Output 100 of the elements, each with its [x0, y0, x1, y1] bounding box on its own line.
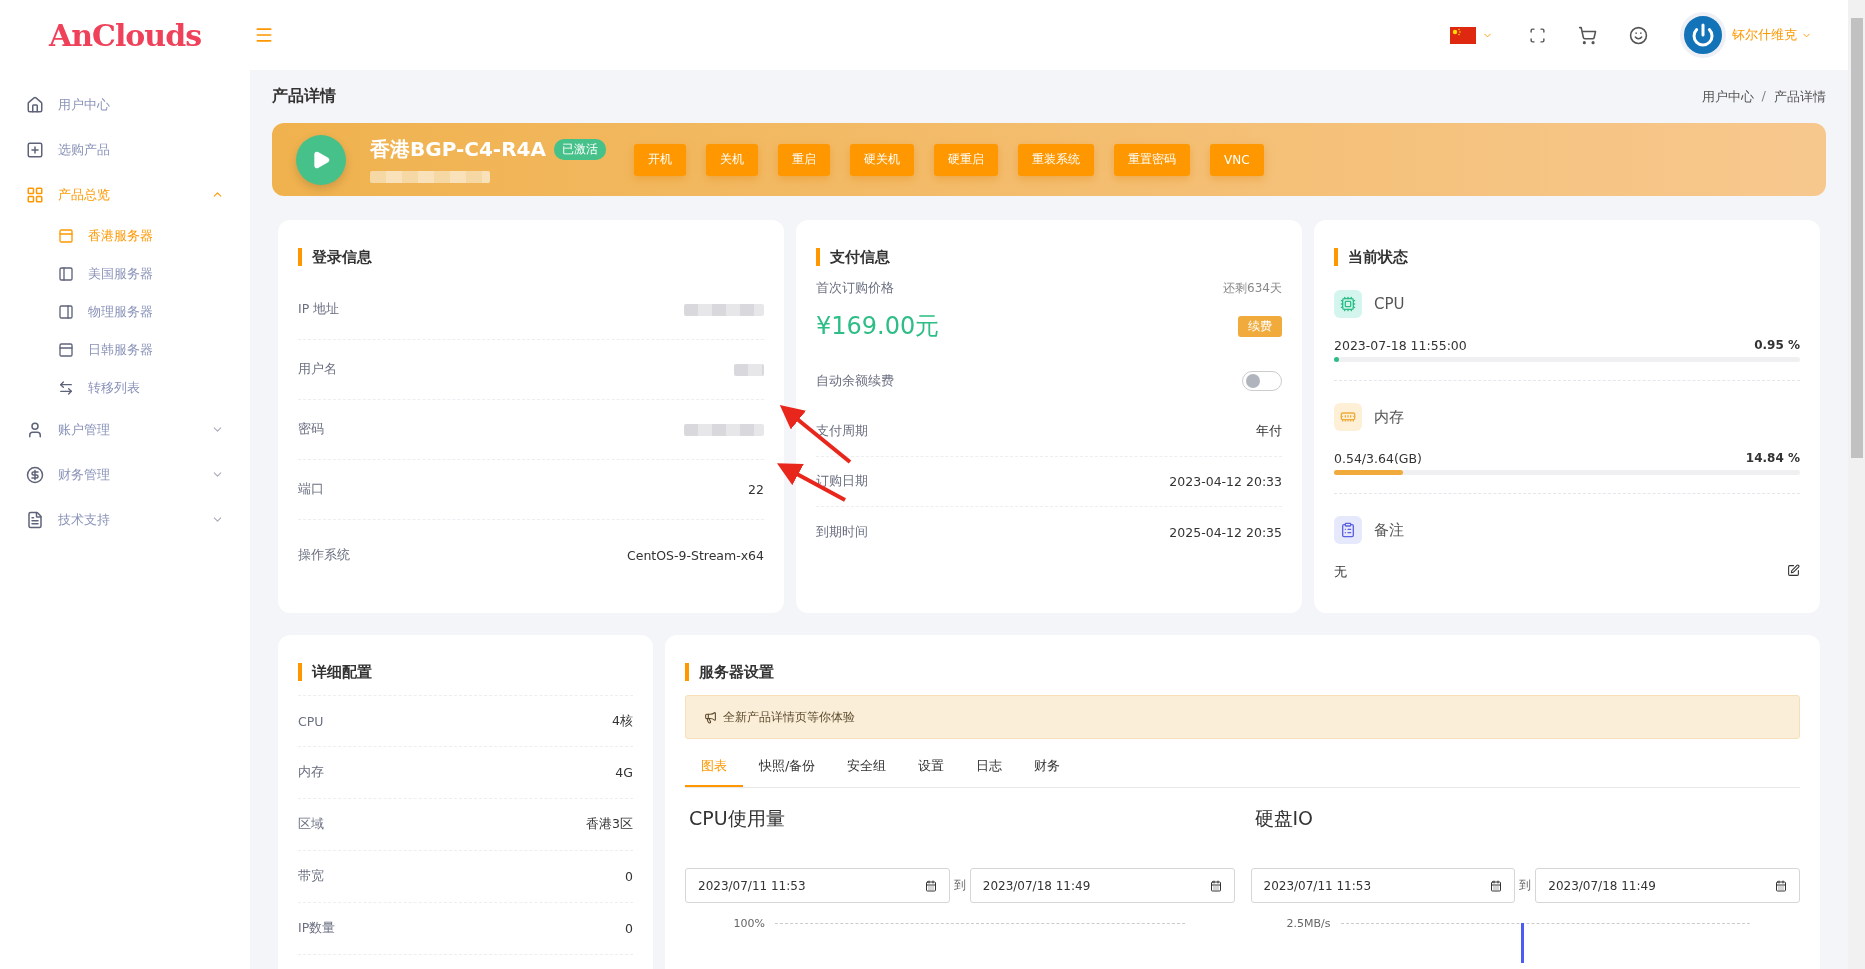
field-value: 年付: [1256, 423, 1282, 440]
metric-label: 内存: [1374, 407, 1404, 427]
megaphone-icon: [704, 710, 717, 724]
end-date-field[interactable]: 2023/07/18 11:49: [969, 868, 1235, 903]
action-button[interactable]: 关机: [705, 143, 758, 176]
field-value: 4核: [612, 712, 633, 730]
field-label: 区域: [298, 816, 324, 833]
cpu-icon: [1334, 290, 1362, 318]
breadcrumb-link[interactable]: 用户中心: [1701, 87, 1754, 106]
submenu-item-icon: [58, 304, 74, 320]
action-button[interactable]: VNC: [1209, 143, 1264, 176]
tab[interactable]: 财务: [1018, 747, 1077, 787]
submenu-item-icon: [58, 342, 74, 358]
field-label: 内存: [298, 764, 324, 781]
status-badge: 已激活: [553, 139, 606, 161]
face-icon: [1629, 25, 1648, 45]
calendar-icon: [1775, 879, 1787, 892]
user-menu[interactable]: 钚尔什维克: [1726, 25, 1818, 45]
breadcrumb-link[interactable]: 产品详情: [1774, 87, 1826, 106]
breadcrumb-separator: /: [1761, 87, 1766, 105]
field-label: 端口: [298, 481, 324, 498]
menu-item-icon: [26, 95, 44, 114]
action-button[interactable]: 重装系统: [1017, 143, 1094, 176]
page-title: 产品详情: [272, 86, 336, 108]
tab[interactable]: 设置: [902, 747, 961, 787]
submenu-item-icon: [58, 380, 74, 396]
field-label: IP数量: [298, 920, 336, 937]
start-date-field[interactable]: 2023/07/11 11:53: [1250, 868, 1516, 903]
menu-item-icon: [26, 465, 44, 484]
sidebar-item[interactable]: 选购产品: [0, 127, 250, 172]
menu-item-icon: [26, 420, 44, 439]
field-label: 用户名: [298, 361, 337, 378]
metric-label: 备注: [1374, 520, 1404, 540]
field-label: 首次订购价格: [816, 280, 894, 297]
action-button[interactable]: 重置密码: [1113, 143, 1190, 176]
metric-percent: 0.95 %: [1754, 338, 1800, 353]
memory-icon: [1334, 403, 1362, 431]
metric-percent: 14.84 %: [1745, 451, 1800, 466]
action-button[interactable]: 开机: [633, 143, 686, 176]
chart-title: CPU使用量: [689, 806, 786, 831]
remaining-days: 还剩634天: [1223, 280, 1282, 297]
start-button[interactable]: [296, 134, 346, 185]
field-value: 2025-04-12 20:35: [1169, 524, 1282, 540]
play-icon: [311, 149, 331, 170]
action-button[interactable]: 硬关机: [849, 143, 914, 176]
sidebar-subitem[interactable]: 美国服务器: [0, 255, 250, 293]
notice-text: 全新产品详情页等你体验: [723, 708, 855, 726]
menu-item-icon: [26, 510, 44, 529]
submenu-item-icon: [58, 228, 74, 244]
sidebar-item[interactable]: 技术支持: [0, 497, 250, 542]
card-title: 服务器设置: [685, 663, 1800, 681]
card-title: 支付信息: [816, 248, 1282, 266]
end-date-field[interactable]: 2023/07/18 11:49: [1535, 868, 1800, 903]
sidebar-item[interactable]: 财务管理: [0, 452, 250, 497]
sidebar-subitem[interactable]: 香港服务器: [0, 217, 250, 255]
action-button[interactable]: 重启: [777, 143, 830, 176]
redacted-value: [734, 363, 764, 376]
logo: AnClouds: [47, 17, 203, 53]
clipboard-icon: [1334, 516, 1362, 544]
menu-icon: [254, 25, 274, 45]
sidebar-item[interactable]: 用户中心: [0, 82, 250, 127]
scrollbar[interactable]: [1850, 18, 1863, 458]
avatar[interactable]: [1680, 12, 1726, 58]
metric-label: CPU: [1374, 295, 1405, 313]
renew-button[interactable]: 续费: [1238, 315, 1282, 337]
axis-tick-label: 2.5MB/s: [1285, 917, 1331, 930]
server-name: 香港BGP-C4-R4A: [370, 136, 546, 164]
start-date-field[interactable]: 2023/07/11 11:53: [685, 868, 950, 903]
tab[interactable]: 安全组: [831, 747, 903, 787]
field-value: 0: [625, 921, 633, 936]
action-button[interactable]: 硬重启: [933, 143, 998, 176]
chart-title: 硬盘IO: [1254, 806, 1315, 831]
field-value: 香港3区: [586, 816, 633, 833]
card-title: 登录信息: [298, 248, 764, 266]
flag-icon: [1450, 26, 1476, 44]
sidebar-item[interactable]: 产品总览: [0, 172, 250, 217]
field-value: 22: [748, 482, 764, 497]
axis-tick-label: 100%: [732, 917, 765, 930]
submenu-item-icon: [58, 266, 74, 282]
sidebar-subitem[interactable]: 物理服务器: [0, 293, 250, 331]
metric-reading: 0.54/3.64(GB): [1334, 451, 1422, 466]
field-label: 自动余额续费: [816, 372, 894, 390]
auto-renew-toggle[interactable]: [1242, 371, 1282, 391]
calendar-icon: [924, 879, 937, 892]
chart-line: [1520, 923, 1524, 963]
menu-item-icon: [26, 140, 44, 159]
sidebar-subitem[interactable]: 日韩服务器: [0, 331, 250, 369]
calendar-icon: [1490, 879, 1503, 892]
tab[interactable]: 快照/备份: [743, 747, 832, 787]
cart-icon: [1578, 25, 1597, 45]
sidebar-subitem[interactable]: 转移列表: [0, 369, 250, 407]
field-label: 到期时间: [816, 523, 868, 541]
field-label: CPU: [298, 713, 324, 729]
card-title: 当前状态: [1334, 248, 1800, 266]
field-value: 4G: [615, 765, 633, 780]
note-value: 无: [1334, 564, 1347, 581]
field-value: CentOS-9-Stream-x64: [626, 547, 764, 563]
tab[interactable]: 日志: [960, 747, 1019, 787]
tab[interactable]: 图表: [685, 747, 743, 787]
sidebar-item[interactable]: 账户管理: [0, 407, 250, 452]
